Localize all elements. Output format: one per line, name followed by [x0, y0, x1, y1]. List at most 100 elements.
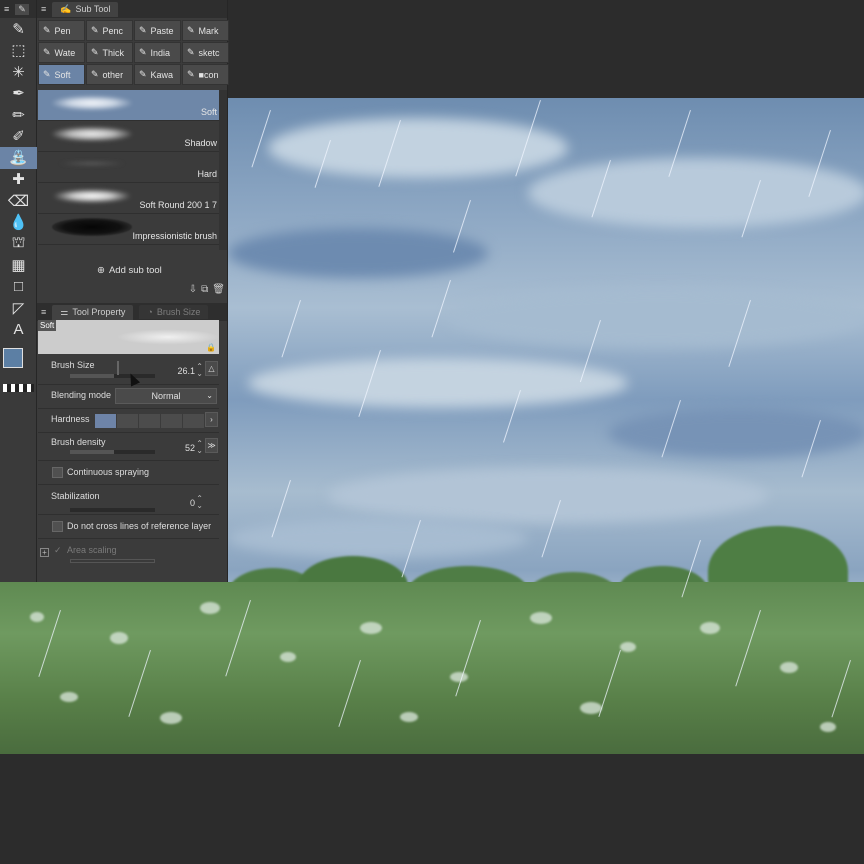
blending-mode-select[interactable]: Normal ⌄ — [115, 388, 217, 404]
brush-size-label: Brush Size — [51, 360, 95, 370]
subtool-group-button[interactable]: ✎ ■con — [182, 64, 229, 85]
preview-stroke — [108, 328, 219, 346]
menu-icon[interactable]: ≡ — [41, 4, 46, 14]
subtool-group-button[interactable]: ✎ Paste — [134, 20, 181, 41]
import-icon[interactable]: ⇩ — [189, 284, 197, 295]
brush-size-stepper[interactable]: ⌃ ⌄ — [196, 363, 203, 378]
tab-sub-tool[interactable]: ✍ Sub Tool — [52, 1, 119, 17]
fill-icon[interactable]: ⛫ — [0, 233, 37, 255]
brush-stroke-preview — [52, 189, 132, 203]
expand-icon[interactable]: + — [40, 548, 49, 557]
brush-item[interactable]: Shadow — [38, 121, 219, 152]
pencil-icon[interactable]: ✏ — [0, 104, 37, 126]
meadow-area[interactable] — [0, 582, 864, 754]
subtool-group-button[interactable]: ✎ Soft — [38, 64, 85, 85]
brush-stroke-preview — [52, 96, 132, 110]
subtool-group-label: ■con — [198, 69, 219, 80]
subtool-group-label: India — [150, 47, 171, 58]
brush-group-icon: ✍ — [60, 3, 72, 14]
add-sub-tool-button[interactable]: ⊕ Add sub tool — [97, 265, 162, 276]
subtool-group-button[interactable]: ✎ Pen — [38, 20, 85, 41]
brush-density-stepper[interactable]: ⌃ ⌄ — [196, 440, 203, 455]
brush-size-slider[interactable] — [70, 374, 155, 378]
continuous-spraying-checkbox[interactable] — [52, 467, 63, 478]
brush-size-value[interactable]: 26.1 — [177, 366, 195, 376]
brush-preview: Soft 🔒 — [38, 320, 219, 354]
stabilization-stepper[interactable]: ⌃ ⌄ — [196, 495, 203, 510]
eraser-icon[interactable]: ⌫ — [0, 190, 37, 212]
lock-icon[interactable]: 🔒 — [206, 343, 216, 352]
transparent-color-swatch[interactable] — [3, 384, 34, 392]
size-pressure-button[interactable]: △ — [205, 361, 218, 376]
stabilization-value[interactable]: 0 — [190, 498, 195, 508]
text-icon[interactable]: A — [0, 319, 37, 341]
gradient-icon[interactable]: ▦ — [0, 255, 37, 277]
airbrush-icon[interactable]: ⛲ — [0, 147, 37, 169]
rectangle-icon[interactable]: □ — [0, 276, 37, 298]
cloud-shape — [228, 228, 488, 278]
hardness-cell[interactable] — [95, 414, 116, 428]
ruler-icon[interactable]: ◸ — [0, 298, 37, 320]
menu-icon[interactable]: ≡ — [41, 307, 46, 317]
subtool-group-button[interactable]: ✎ sketc — [182, 42, 229, 63]
menu-icon[interactable]: ≡ — [4, 4, 9, 14]
do-not-cross-row: Do not cross lines of reference layer — [38, 515, 219, 539]
selection-icon[interactable]: ⬚ — [0, 40, 37, 62]
hardness-cell[interactable] — [139, 414, 160, 428]
brush-item[interactable]: Hard — [38, 152, 219, 183]
subtool-group-button[interactable]: ✎ India — [134, 42, 181, 63]
duplicate-icon[interactable]: ⧉ — [201, 284, 208, 295]
brush-icon[interactable]: ✐ — [0, 126, 37, 148]
hardness-selector[interactable] — [95, 414, 204, 428]
subtool-group-button[interactable]: ✎ Wate — [38, 42, 85, 63]
tab-brush-size[interactable]: ◔ Brush Size — [139, 305, 209, 319]
cloud-shape — [528, 158, 864, 228]
cloud-shape — [268, 118, 568, 178]
brush-item[interactable]: Soft Round 200 1 7 — [38, 183, 219, 214]
tab-tool-property[interactable]: ⚌ Tool Property — [52, 304, 134, 320]
brush-stroke-preview — [52, 127, 132, 141]
brush-density-slider[interactable] — [70, 450, 155, 454]
subtool-group-button[interactable]: ✎ Kawa — [134, 64, 181, 85]
pen-tab-icon[interactable]: ✎ — [15, 3, 29, 15]
brush-list: Soft Shadow Hard Soft Round 200 1 7 Impressi… — [38, 90, 219, 245]
brush-item[interactable]: Impressionistic brush — [38, 214, 219, 245]
subtool-group-button[interactable]: ✎ Penc — [86, 20, 133, 41]
brush-size-handle[interactable] — [117, 361, 119, 375]
brush-list-scrollbar[interactable] — [219, 90, 227, 250]
do-not-cross-label: Do not cross lines of reference layer — [67, 521, 212, 531]
flower-spot — [820, 722, 836, 732]
area-scaling-slider[interactable] — [70, 559, 155, 563]
subtool-group-label: Pen — [54, 25, 71, 36]
main-color-swatch[interactable] — [3, 348, 23, 368]
brush-density-value[interactable]: 52 — [185, 443, 195, 453]
subtool-group-label: sketc — [198, 47, 220, 58]
subtool-group-label: Thick — [102, 47, 125, 58]
do-not-cross-checkbox[interactable] — [52, 521, 63, 532]
trash-icon[interactable]: 🗑 — [212, 284, 225, 295]
continuous-spraying-label: Continuous spraying — [67, 467, 150, 477]
flower-spot — [530, 612, 552, 624]
hardness-cell[interactable] — [161, 414, 182, 428]
density-pressure-button[interactable]: ≫ — [205, 438, 218, 453]
subtool-group-button[interactable]: ✎ Thick — [86, 42, 133, 63]
pen-icon[interactable]: ✒ — [0, 83, 37, 105]
hardness-cell[interactable] — [117, 414, 138, 428]
blend-icon[interactable]: 💧 — [0, 212, 37, 234]
brush-item[interactable]: Soft — [38, 90, 219, 121]
blending-mode-row: Blending mode Normal ⌄ — [38, 385, 219, 409]
subtool-group-button[interactable]: ✎ Mark — [182, 20, 229, 41]
subtool-group-label: Paste — [150, 25, 174, 36]
pen-tool-icon[interactable]: ✎ — [0, 18, 37, 40]
flower-spot — [110, 632, 128, 644]
hardness-label: Hardness — [51, 414, 90, 424]
toolbar-header: ≡ ✎ — [0, 0, 36, 18]
hardness-expand-button[interactable]: › — [205, 412, 218, 427]
area-scaling-row: + ✓ Area scaling — [38, 539, 219, 563]
magic-wand-icon[interactable]: ✳ — [0, 61, 37, 83]
subtool-group-button[interactable]: ✎ other — [86, 64, 133, 85]
brush-stroke-preview — [52, 218, 132, 236]
hardness-cell[interactable] — [183, 414, 204, 428]
sparkle-icon[interactable]: ✚ — [0, 169, 37, 191]
stabilization-slider[interactable] — [70, 508, 155, 512]
